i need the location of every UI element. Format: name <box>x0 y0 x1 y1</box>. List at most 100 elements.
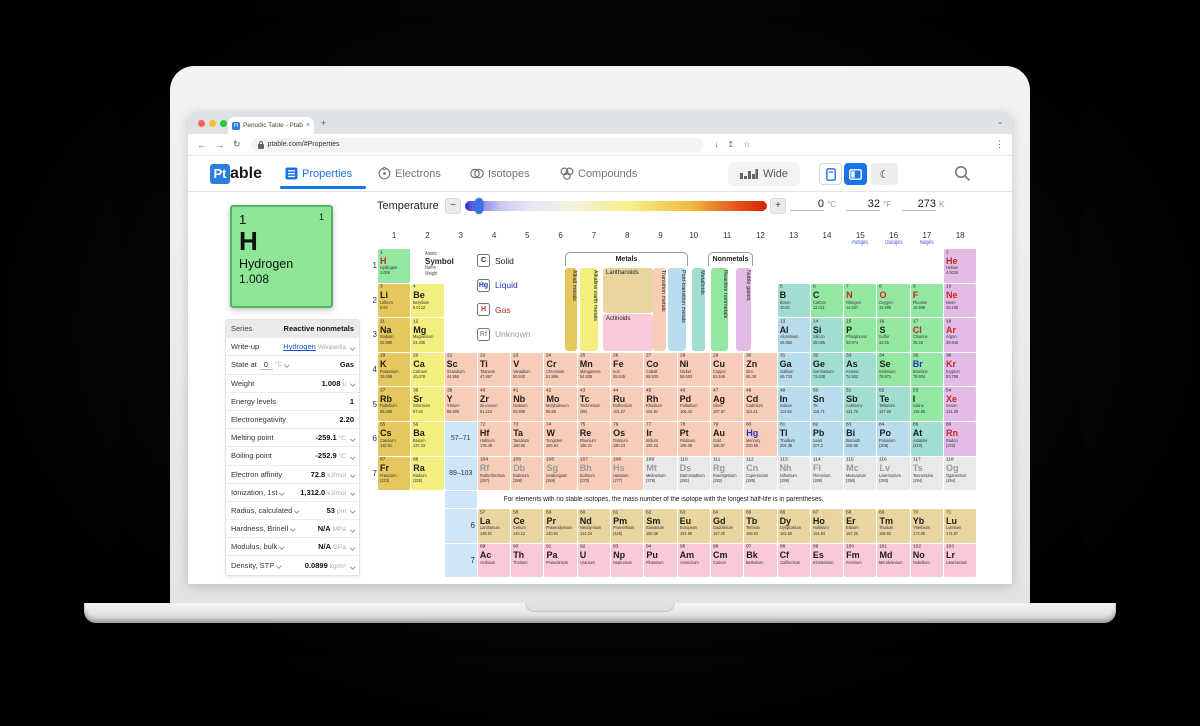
tab-isotopes[interactable]: Isotopes <box>470 167 530 180</box>
value-chevron-icon[interactable] <box>350 454 355 459</box>
element-Sn[interactable]: 50SnTin118.71 <box>811 387 843 421</box>
element-Bk[interactable]: 97BkBerkelium <box>744 544 776 578</box>
element-At[interactable]: 85AtAstatine(210) <box>911 422 943 456</box>
element-Sg[interactable]: 106SgSeaborgium(269) <box>544 457 576 491</box>
element-In[interactable]: 49InIndium114.82 <box>778 387 810 421</box>
element-Xe[interactable]: 54XeXenon131.29 <box>944 387 976 421</box>
element-La[interactable]: 57LaLanthanum138.91 <box>478 509 510 543</box>
temperature-slider[interactable] <box>465 201 767 211</box>
element-Pm[interactable]: 61PmPromethium(145) <box>611 509 643 543</box>
element-Te[interactable]: 52TeTellurium127.60 <box>877 387 909 421</box>
element-Cu[interactable]: 29CuCopper63.546 <box>711 353 743 387</box>
element-Si[interactable]: 14SiSilicon28.085 <box>811 318 843 352</box>
element-Tm[interactable]: 69TmThulium168.93 <box>877 509 909 543</box>
element-Nh[interactable]: 113NhNihonium(286) <box>778 457 810 491</box>
element-N[interactable]: 7NNitrogen14.007 <box>844 284 876 318</box>
element-Pd[interactable]: 46PdPalladium106.42 <box>678 387 710 421</box>
fblock-placeholder-89-103[interactable]: 89–103 <box>445 457 477 491</box>
element-Tb[interactable]: 65TbTerbium158.93 <box>744 509 776 543</box>
element-Ra[interactable]: 88RaRadium(226) <box>411 457 443 491</box>
element-Ne[interactable]: 10NeNeon20.180 <box>944 284 976 318</box>
element-Fm[interactable]: 100FmFermium <box>844 544 876 578</box>
label-chevron-icon[interactable] <box>284 362 289 367</box>
element-Ru[interactable]: 44RuRuthenium101.07 <box>611 387 643 421</box>
value-chevron-icon[interactable] <box>350 491 355 496</box>
value-chevron-icon[interactable] <box>350 345 355 350</box>
element-Sm[interactable]: 62SmSamarium150.36 <box>644 509 676 543</box>
element-Sc[interactable]: 21ScScandium44.956 <box>445 353 477 387</box>
label-chevron-icon[interactable] <box>294 508 299 513</box>
address-bar[interactable]: ptable.com/#Properties <box>251 138 703 152</box>
element-Hg[interactable]: 80HgMercury200.59 <box>744 422 776 456</box>
reload-icon[interactable]: ↻ <box>233 139 241 150</box>
element-Hf[interactable]: 72HfHafnium178.49 <box>478 422 510 456</box>
browser-menu-icon[interactable]: ⋮ <box>995 139 1004 150</box>
tab-compounds[interactable]: Compounds <box>560 167 637 180</box>
label-chevron-icon[interactable] <box>290 526 295 531</box>
element-V[interactable]: 23VVanadium50.942 <box>511 353 543 387</box>
element-Os[interactable]: 76OsOsmium190.23 <box>611 422 643 456</box>
element-Ga[interactable]: 31GaGallium69.723 <box>778 353 810 387</box>
element-He[interactable]: 2HeHelium4.0026 <box>944 249 976 283</box>
element-Pr[interactable]: 59PrPraseodymium140.91 <box>544 509 576 543</box>
element-Am[interactable]: 95AmAmericium <box>678 544 710 578</box>
element-Na[interactable]: 11NaSodium22.990 <box>378 318 410 352</box>
tab-close-icon[interactable]: × <box>306 122 310 129</box>
element-H[interactable]: 1HHydrogen1.008 <box>378 249 410 283</box>
tab-electrons[interactable]: Electrons <box>378 167 441 180</box>
kelvin-input[interactable]: 273 <box>902 198 936 211</box>
element-Mn[interactable]: 25MnManganese54.938 <box>578 353 610 387</box>
element-Ce[interactable]: 58CeCerium140.12 <box>511 509 543 543</box>
element-Sr[interactable]: 38SrStrontium87.62 <box>411 387 443 421</box>
state-temperature-input[interactable]: 0 <box>259 360 273 370</box>
bookmark-star-icon[interactable]: ☆ <box>743 140 750 149</box>
element-Rn[interactable]: 86RnRadon(222) <box>944 422 976 456</box>
label-chevron-icon[interactable] <box>279 490 284 495</box>
temperature-minus-button[interactable]: − <box>445 198 461 214</box>
element-Fr[interactable]: 87FrFrancium(223) <box>378 457 410 491</box>
element-Tl[interactable]: 81TlThallium204.38 <box>778 422 810 456</box>
element-Rh[interactable]: 45RhRhodium102.91 <box>644 387 676 421</box>
element-Yb[interactable]: 70YbYtterbium173.05 <box>911 509 943 543</box>
element-Cd[interactable]: 48CdCadmium112.41 <box>744 387 776 421</box>
element-Bi[interactable]: 83BiBismuth208.98 <box>844 422 876 456</box>
element-F[interactable]: 9FFluorine18.998 <box>911 284 943 318</box>
element-Bh[interactable]: 107BhBohrium(270) <box>578 457 610 491</box>
element-Ir[interactable]: 77IrIridium192.22 <box>644 422 676 456</box>
element-Zr[interactable]: 40ZrZirconium91.224 <box>478 387 510 421</box>
element-Mg[interactable]: 12MgMagnesium24.305 <box>411 318 443 352</box>
traffic-close-button[interactable] <box>198 120 205 127</box>
element-Pa[interactable]: 91PaProtactinium <box>544 544 576 578</box>
label-chevron-icon[interactable] <box>279 544 284 549</box>
element-B[interactable]: 5BBoron10.81 <box>778 284 810 318</box>
element-Md[interactable]: 101MdMendelevium <box>877 544 909 578</box>
element-Ts[interactable]: 117TsTennessine(294) <box>911 457 943 491</box>
wide-toggle-button[interactable]: Wide <box>728 162 800 186</box>
element-Ba[interactable]: 56BaBarium137.33 <box>411 422 443 456</box>
element-Cs[interactable]: 55CsCaesium132.91 <box>378 422 410 456</box>
element-S[interactable]: 16SSulfur32.06 <box>877 318 909 352</box>
element-Cn[interactable]: 112CnCopernicium(285) <box>744 457 776 491</box>
element-Eu[interactable]: 63EuEuropium151.96 <box>678 509 710 543</box>
element-Lu[interactable]: 71LuLutetium174.97 <box>944 509 976 543</box>
element-Dy[interactable]: 66DyDysprosium162.50 <box>778 509 810 543</box>
element-Ge[interactable]: 32GeGermanium72.630 <box>811 353 843 387</box>
element-Ni[interactable]: 28NiNickel58.693 <box>678 353 710 387</box>
element-Mt[interactable]: 109MtMeitnerium(278) <box>644 457 676 491</box>
dark-mode-button[interactable]: ☾ <box>871 163 898 185</box>
element-Ag[interactable]: 47AgSilver107.87 <box>711 387 743 421</box>
value-chevron-icon[interactable] <box>350 564 355 569</box>
element-Kr[interactable]: 36KrKrypton83.798 <box>944 353 976 387</box>
forward-icon[interactable]: → <box>215 140 224 150</box>
element-Re[interactable]: 75ReRhenium186.21 <box>578 422 610 456</box>
element-Ds[interactable]: 110DsDarmstadtium(281) <box>678 457 710 491</box>
search-button[interactable] <box>954 165 971 187</box>
element-Fl[interactable]: 114FlFlerovium(289) <box>811 457 843 491</box>
element-Er[interactable]: 68ErErbium167.26 <box>844 509 876 543</box>
element-Fe[interactable]: 26FeIron55.845 <box>611 353 643 387</box>
celsius-input[interactable]: 0 <box>790 198 824 211</box>
traffic-minimize-button[interactable] <box>209 120 216 127</box>
download-icon[interactable]: ↓ <box>715 140 719 149</box>
element-I[interactable]: 53IIodine126.90 <box>911 387 943 421</box>
element-Zn[interactable]: 30ZnZinc65.38 <box>744 353 776 387</box>
